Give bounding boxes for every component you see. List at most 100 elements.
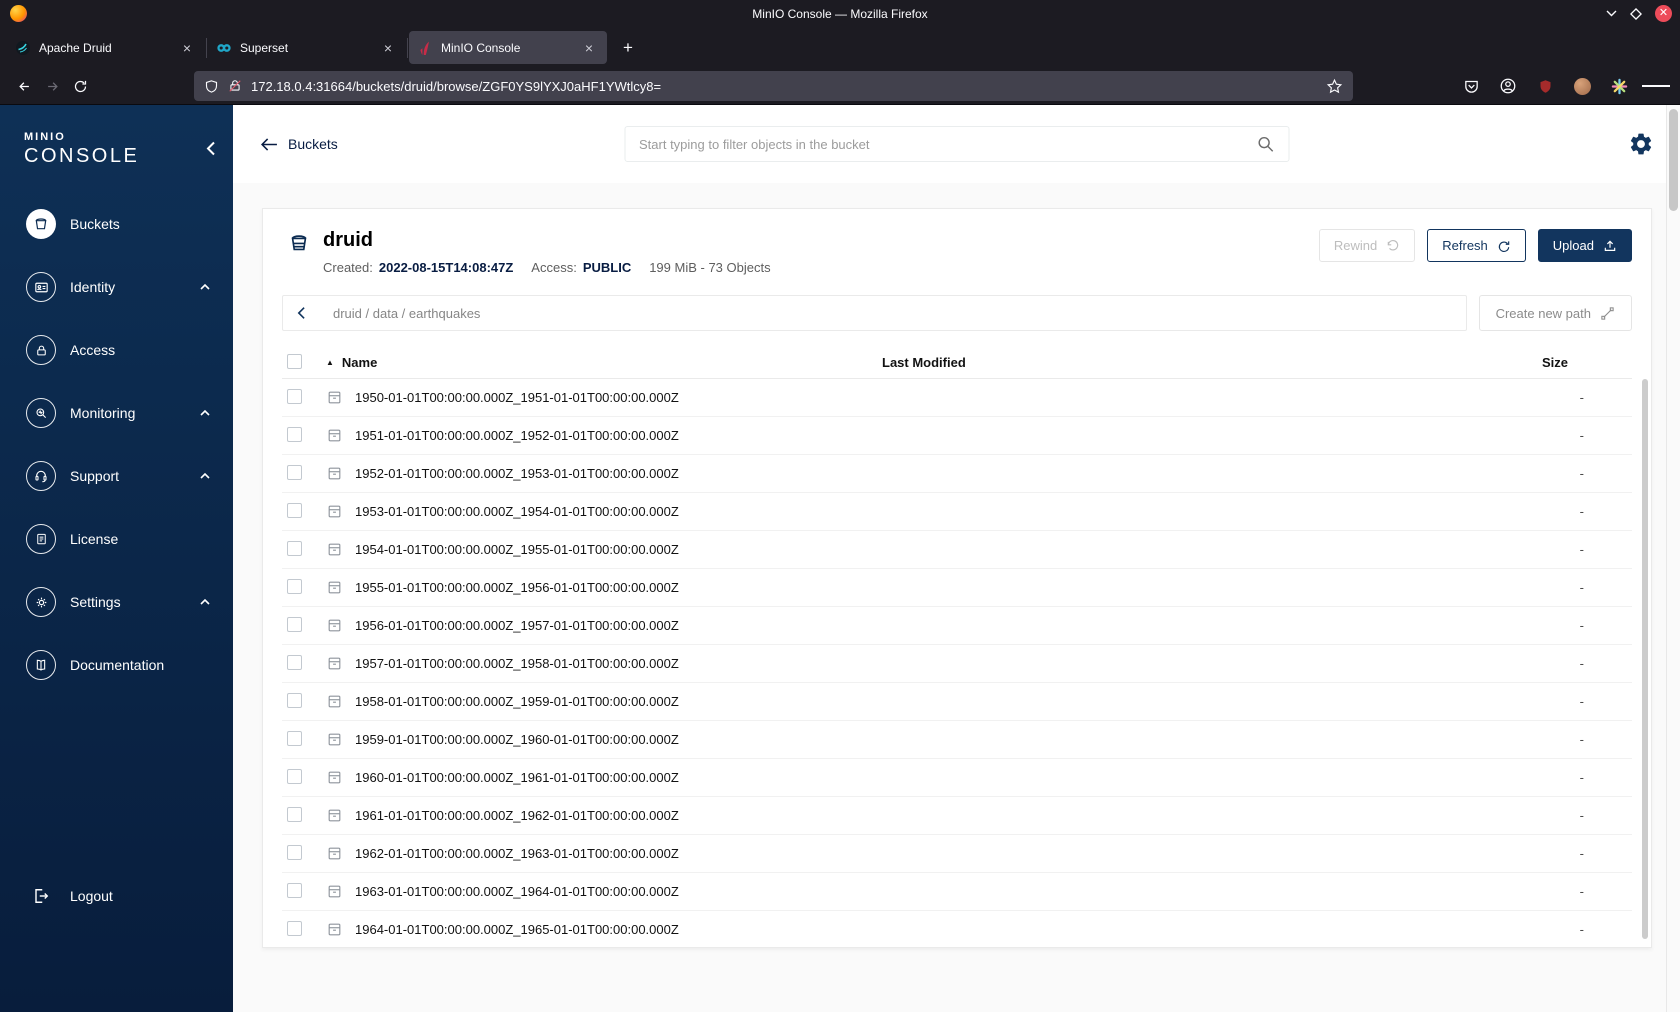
sidebar-item-identity[interactable]: Identity bbox=[0, 265, 233, 309]
chevron-up-icon[interactable] bbox=[199, 409, 211, 417]
window-close-button[interactable]: ✕ bbox=[1655, 5, 1672, 22]
object-name[interactable]: 1957-01-01T00:00:00.000Z_1958-01-01T00:0… bbox=[355, 656, 679, 671]
new-tab-button[interactable]: + bbox=[614, 34, 642, 62]
tab-close-icon[interactable]: × bbox=[579, 38, 599, 58]
window-maximize-button[interactable] bbox=[1630, 7, 1642, 20]
tab-close-icon[interactable]: × bbox=[378, 38, 398, 58]
rewind-button[interactable]: Rewind bbox=[1318, 229, 1416, 262]
page-scrollbar[interactable] bbox=[1666, 105, 1680, 1012]
upload-button[interactable]: Upload bbox=[1537, 229, 1632, 262]
table-row[interactable]: 1958-01-01T00:00:00.000Z_1959-01-01T00:0… bbox=[282, 683, 1632, 721]
table-scrollbar[interactable] bbox=[1642, 379, 1648, 939]
chevron-up-icon[interactable] bbox=[199, 598, 211, 606]
table-row[interactable]: 1951-01-01T00:00:00.000Z_1952-01-01T00:0… bbox=[282, 417, 1632, 455]
table-row[interactable]: 1954-01-01T00:00:00.000Z_1955-01-01T00:0… bbox=[282, 531, 1632, 569]
table-row[interactable]: 1963-01-01T00:00:00.000Z_1964-01-01T00:0… bbox=[282, 873, 1632, 911]
breadcrumb[interactable]: druid / data / earthquakes bbox=[333, 306, 480, 321]
sidebar-item-support[interactable]: Support bbox=[0, 454, 233, 498]
back-to-buckets-link[interactable]: Buckets bbox=[261, 136, 338, 152]
column-header-last-modified[interactable]: Last Modified bbox=[882, 355, 1482, 370]
row-checkbox[interactable] bbox=[287, 730, 302, 746]
tab-apache-druid[interactable]: Apache Druid × bbox=[7, 31, 205, 64]
object-name[interactable]: 1963-01-01T00:00:00.000Z_1964-01-01T00:0… bbox=[355, 884, 679, 899]
object-name[interactable]: 1954-01-01T00:00:00.000Z_1955-01-01T00:0… bbox=[355, 542, 679, 557]
row-checkbox[interactable] bbox=[287, 502, 302, 518]
table-row[interactable]: 1962-01-01T00:00:00.000Z_1963-01-01T00:0… bbox=[282, 835, 1632, 873]
table-row[interactable]: 1964-01-01T00:00:00.000Z_1965-01-01T00:0… bbox=[282, 911, 1632, 947]
table-row[interactable]: 1959-01-01T00:00:00.000Z_1960-01-01T00:0… bbox=[282, 721, 1632, 759]
bookmark-star-icon[interactable] bbox=[1326, 78, 1343, 95]
url-text[interactable]: 172.18.0.4:31664/buckets/druid/browse/ZG… bbox=[251, 79, 1317, 94]
table-row[interactable]: 1956-01-01T00:00:00.000Z_1957-01-01T00:0… bbox=[282, 607, 1632, 645]
sidebar-item-logout[interactable]: Logout bbox=[0, 876, 233, 916]
select-all-checkbox[interactable] bbox=[287, 353, 302, 369]
row-checkbox[interactable] bbox=[287, 388, 302, 404]
refresh-button[interactable]: Refresh bbox=[1427, 229, 1526, 262]
forward-button[interactable] bbox=[38, 72, 66, 100]
object-name[interactable]: 1950-01-01T00:00:00.000Z_1951-01-01T00:0… bbox=[355, 390, 679, 405]
object-name[interactable]: 1959-01-01T00:00:00.000Z_1960-01-01T00:0… bbox=[355, 732, 679, 747]
ublock-extension-button[interactable] bbox=[1531, 72, 1559, 100]
insecure-lock-icon[interactable] bbox=[228, 78, 242, 94]
object-name[interactable]: 1951-01-01T00:00:00.000Z_1952-01-01T00:0… bbox=[355, 428, 679, 443]
column-header-size[interactable]: Size bbox=[1482, 355, 1632, 370]
sidebar-item-buckets[interactable]: Buckets bbox=[0, 202, 233, 246]
reload-button[interactable] bbox=[66, 72, 94, 100]
sidebar-collapse-button[interactable] bbox=[206, 141, 215, 156]
pocket-button[interactable] bbox=[1457, 72, 1485, 100]
table-row[interactable]: 1953-01-01T00:00:00.000Z_1954-01-01T00:0… bbox=[282, 493, 1632, 531]
column-header-name[interactable]: ▲ Name bbox=[326, 355, 882, 370]
row-checkbox[interactable] bbox=[287, 844, 302, 860]
object-name[interactable]: 1961-01-01T00:00:00.000Z_1962-01-01T00:0… bbox=[355, 808, 679, 823]
object-name[interactable]: 1964-01-01T00:00:00.000Z_1965-01-01T00:0… bbox=[355, 922, 679, 937]
shield-icon[interactable] bbox=[204, 78, 219, 95]
row-checkbox[interactable] bbox=[287, 426, 302, 442]
object-name[interactable]: 1958-01-01T00:00:00.000Z_1959-01-01T00:0… bbox=[355, 694, 679, 709]
row-checkbox[interactable] bbox=[287, 882, 302, 898]
object-filter-search[interactable] bbox=[624, 126, 1289, 162]
window-minimize-button[interactable] bbox=[1606, 10, 1617, 17]
row-checkbox[interactable] bbox=[287, 654, 302, 670]
tab-close-icon[interactable]: × bbox=[177, 38, 197, 58]
table-row[interactable]: 1952-01-01T00:00:00.000Z_1953-01-01T00:0… bbox=[282, 455, 1632, 493]
search-input[interactable] bbox=[639, 136, 1246, 152]
table-row[interactable]: 1961-01-01T00:00:00.000Z_1962-01-01T00:0… bbox=[282, 797, 1632, 835]
console-settings-button[interactable] bbox=[1628, 131, 1654, 157]
url-bar[interactable]: 172.18.0.4:31664/buckets/druid/browse/ZG… bbox=[194, 71, 1353, 101]
sidebar-item-settings[interactable]: Settings bbox=[0, 580, 233, 624]
table-row[interactable]: 1955-01-01T00:00:00.000Z_1956-01-01T00:0… bbox=[282, 569, 1632, 607]
object-name[interactable]: 1960-01-01T00:00:00.000Z_1961-01-01T00:0… bbox=[355, 770, 679, 785]
sidebar-item-monitoring[interactable]: Monitoring bbox=[0, 391, 233, 435]
page-scrollbar-thumb[interactable] bbox=[1669, 109, 1678, 211]
object-name[interactable]: 1955-01-01T00:00:00.000Z_1956-01-01T00:0… bbox=[355, 580, 679, 595]
row-checkbox[interactable] bbox=[287, 920, 302, 936]
sidebar-item-access[interactable]: Access bbox=[0, 328, 233, 372]
table-row[interactable]: 1960-01-01T00:00:00.000Z_1961-01-01T00:0… bbox=[282, 759, 1632, 797]
row-checkbox[interactable] bbox=[287, 616, 302, 632]
row-checkbox[interactable] bbox=[287, 692, 302, 708]
create-new-path-button[interactable]: Create new path bbox=[1478, 295, 1632, 331]
row-checkbox[interactable] bbox=[287, 806, 302, 822]
row-checkbox[interactable] bbox=[287, 578, 302, 594]
object-name[interactable]: 1962-01-01T00:00:00.000Z_1963-01-01T00:0… bbox=[355, 846, 679, 861]
row-checkbox[interactable] bbox=[287, 540, 302, 556]
account-button[interactable] bbox=[1494, 72, 1522, 100]
chevron-up-icon[interactable] bbox=[199, 472, 211, 480]
back-button[interactable] bbox=[10, 72, 38, 100]
path-back-button[interactable] bbox=[297, 306, 305, 320]
tab-superset[interactable]: Superset × bbox=[208, 31, 406, 64]
tab-minio-console[interactable]: MinIO Console × bbox=[409, 31, 607, 64]
extension-avatar-button[interactable] bbox=[1568, 72, 1596, 100]
row-checkbox[interactable] bbox=[287, 464, 302, 480]
table-row[interactable]: 1957-01-01T00:00:00.000Z_1958-01-01T00:0… bbox=[282, 645, 1632, 683]
object-name[interactable]: 1953-01-01T00:00:00.000Z_1954-01-01T00:0… bbox=[355, 504, 679, 519]
menu-button[interactable] bbox=[1642, 72, 1670, 100]
row-checkbox[interactable] bbox=[287, 768, 302, 784]
chevron-up-icon[interactable] bbox=[199, 283, 211, 291]
object-name[interactable]: 1956-01-01T00:00:00.000Z_1957-01-01T00:0… bbox=[355, 618, 679, 633]
sidebar-item-documentation[interactable]: Documentation bbox=[0, 643, 233, 687]
table-row[interactable]: 1950-01-01T00:00:00.000Z_1951-01-01T00:0… bbox=[282, 379, 1632, 417]
object-name[interactable]: 1952-01-01T00:00:00.000Z_1953-01-01T00:0… bbox=[355, 466, 679, 481]
sidebar-item-license[interactable]: License bbox=[0, 517, 233, 561]
sort-ascending-icon[interactable]: ▲ bbox=[326, 358, 334, 367]
